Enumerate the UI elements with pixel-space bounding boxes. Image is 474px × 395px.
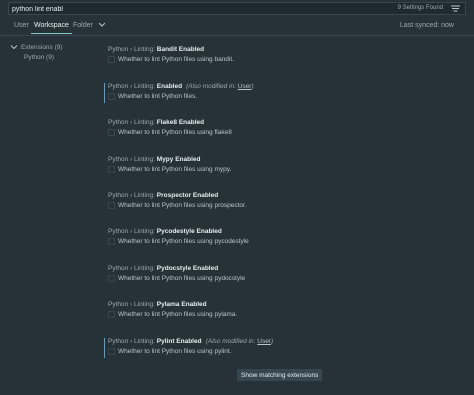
setting-checkbox[interactable] [108,202,115,209]
setting-checkbox[interactable] [108,238,115,245]
setting-description: Whether to lint Python files using mypy. [118,166,232,173]
user-link[interactable]: User [238,83,252,90]
setting-description: Whether to lint Python files using pylam… [118,311,238,318]
setting-item: Python › Linting: Flake8 Enabled Whether… [104,119,464,141]
setting-item: Python › Linting: Pydocstyle Enabled Whe… [104,265,464,287]
clear-filter-icon[interactable] [451,5,460,13]
setting-item: Python › Linting: Pylint Enabled (Also mo… [104,338,464,360]
toc-item-extensions-label: Extensions (9) [21,43,63,51]
settings-toc: Extensions (9) Python (9) [10,42,63,62]
setting-title: Python › Linting: Mypy Enabled [108,156,201,163]
tab-workspace[interactable]: Workspace [31,22,72,34]
setting-checkbox[interactable] [108,56,115,63]
modified-indicator [104,338,105,358]
setting-checkbox[interactable] [108,93,115,100]
toc-item-python[interactable]: Python (9) [10,52,63,62]
setting-description: Whether to lint Python files using pylin… [118,348,232,355]
setting-description: Whether to lint Python files. [118,93,198,100]
setting-title: Python › Linting: Pydocstyle Enabled [108,265,219,272]
tab-folder[interactable]: Folder [73,22,106,29]
search-result-count: 9 Settings Found [397,5,443,11]
setting-title: Python › Linting: Pylint Enabled (Also mo… [108,338,274,345]
settings-search-input[interactable] [12,4,312,14]
setting-item: Python › Linting: Pycodestyle Enabled Wh… [104,228,464,250]
setting-description: Whether to lint Python files using flake… [118,129,232,136]
setting-item: Python › Linting: Pylama Enabled Whether… [104,301,464,323]
toc-item-python-label: Python (9) [24,53,54,61]
tab-folder-label: Folder [73,22,93,29]
setting-description: Whether to lint Python files using bandi… [118,56,234,63]
setting-description: Whether to lint Python files using pycod… [118,238,249,245]
setting-item: Python › Linting: Mypy Enabled Whether t… [104,156,464,178]
tab-user[interactable]: User [14,22,29,29]
setting-checkbox[interactable] [108,129,115,136]
settings-scope-tabs: User Workspace Folder Last synced: now [0,18,474,36]
sync-status: Last synced: now [399,22,454,29]
setting-checkbox[interactable] [108,275,115,282]
setting-checkbox[interactable] [108,348,115,355]
modified-indicator [104,83,105,103]
setting-item: Python › Linting: Prospector Enabled Whe… [104,192,464,214]
setting-title: Python › Linting: Prospector Enabled [108,192,219,199]
setting-checkbox[interactable] [108,166,115,173]
chevron-down-icon [98,22,106,27]
setting-title: Python › Linting: Flake8 Enabled [108,119,205,126]
setting-description: Whether to lint Python files using prosp… [118,202,247,209]
user-link[interactable]: User [257,338,271,345]
settings-search-bar: 9 Settings Found [8,2,466,15]
setting-title: Python › Linting: Pycodestyle Enabled [108,228,222,235]
show-matching-extensions-button[interactable]: Show matching extensions [237,369,323,381]
setting-title: Python › Linting: Bandit Enabled [108,46,205,53]
setting-title: Python › Linting: Pylama Enabled [108,301,207,308]
setting-description: Whether to lint Python files using pydoc… [118,275,246,282]
toc-item-extensions[interactable]: Extensions (9) [10,42,63,52]
setting-item: Python › Linting: Bandit Enabled Whether… [104,46,464,68]
setting-checkbox[interactable] [108,311,115,318]
setting-title: Python › Linting: Enabled (Also modified … [108,83,254,90]
chevron-down-icon [10,45,18,50]
setting-item: Python › Linting: Enabled (Also modified … [104,83,464,105]
